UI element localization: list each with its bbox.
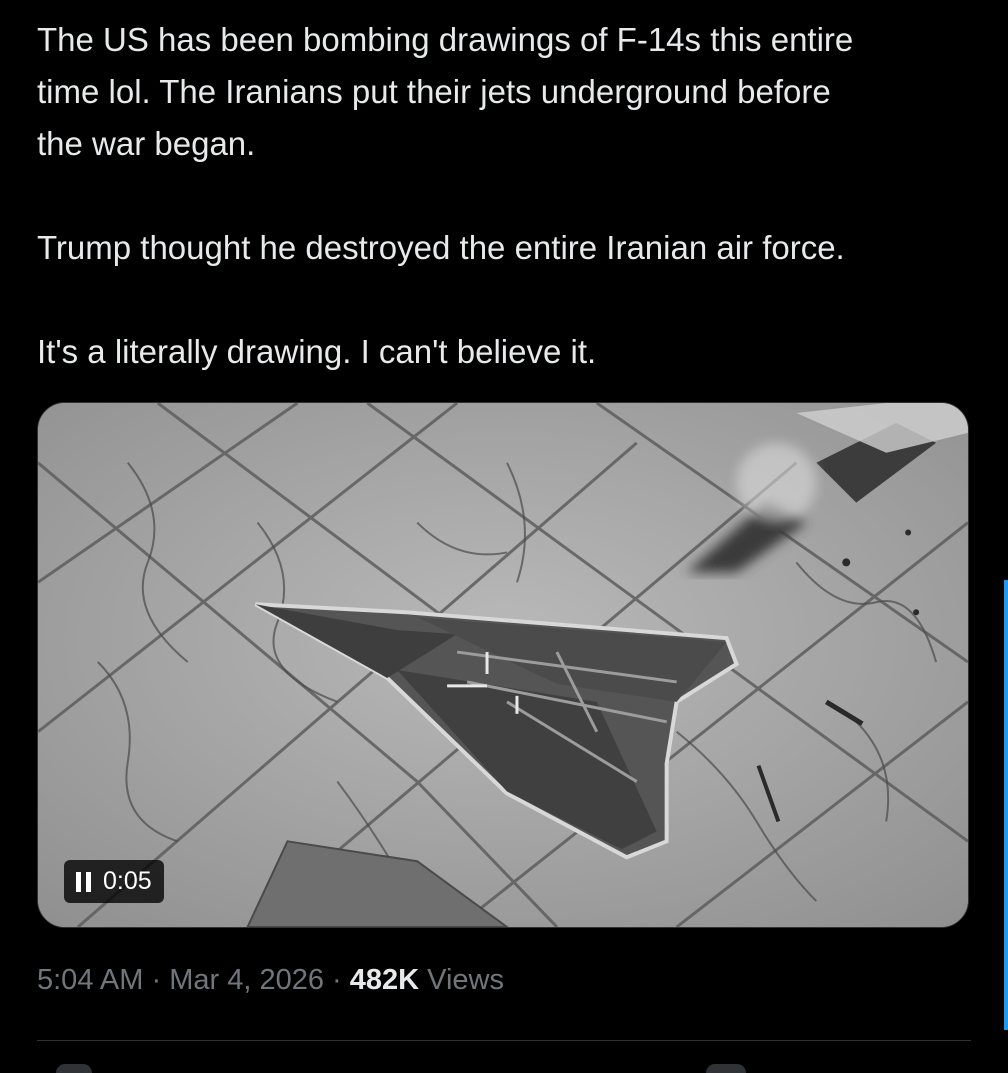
tweet-meta: 5:04 AM · Mar 4, 2026 · 482K Views [37, 964, 504, 997]
tweet-line: The US has been bombing drawings of F-14… [37, 21, 854, 58]
video-frame [38, 403, 968, 927]
tweet-paragraph: Trump thought he destroyed the entire Ir… [37, 229, 845, 266]
video-playback-chip[interactable]: 0:05 [64, 860, 164, 903]
tweet-line: time lol. The Iranians put their jets un… [37, 73, 831, 110]
video-timestamp: 0:05 [103, 867, 152, 895]
pause-icon[interactable] [76, 871, 91, 892]
views-label[interactable]: Views [427, 964, 504, 996]
tweet-time[interactable]: 5:04 AM [37, 964, 143, 996]
divider [37, 1040, 971, 1041]
share-icon[interactable] [706, 1064, 746, 1073]
video-player[interactable]: 0:05 [37, 402, 969, 928]
views-count[interactable]: 482K [350, 964, 419, 996]
scroll-indicator [1004, 580, 1008, 1030]
tweet-text: The US has been bombing drawings of F-14… [37, 14, 977, 378]
reply-icon[interactable] [56, 1064, 92, 1073]
meta-separator: · [151, 964, 162, 996]
tweet-line: the war began. [37, 125, 256, 162]
tweet-paragraph: It's a literally drawing. I can't believ… [37, 333, 597, 370]
meta-separator: · [332, 964, 342, 996]
tweet-date[interactable]: Mar 4, 2026 [169, 964, 324, 996]
